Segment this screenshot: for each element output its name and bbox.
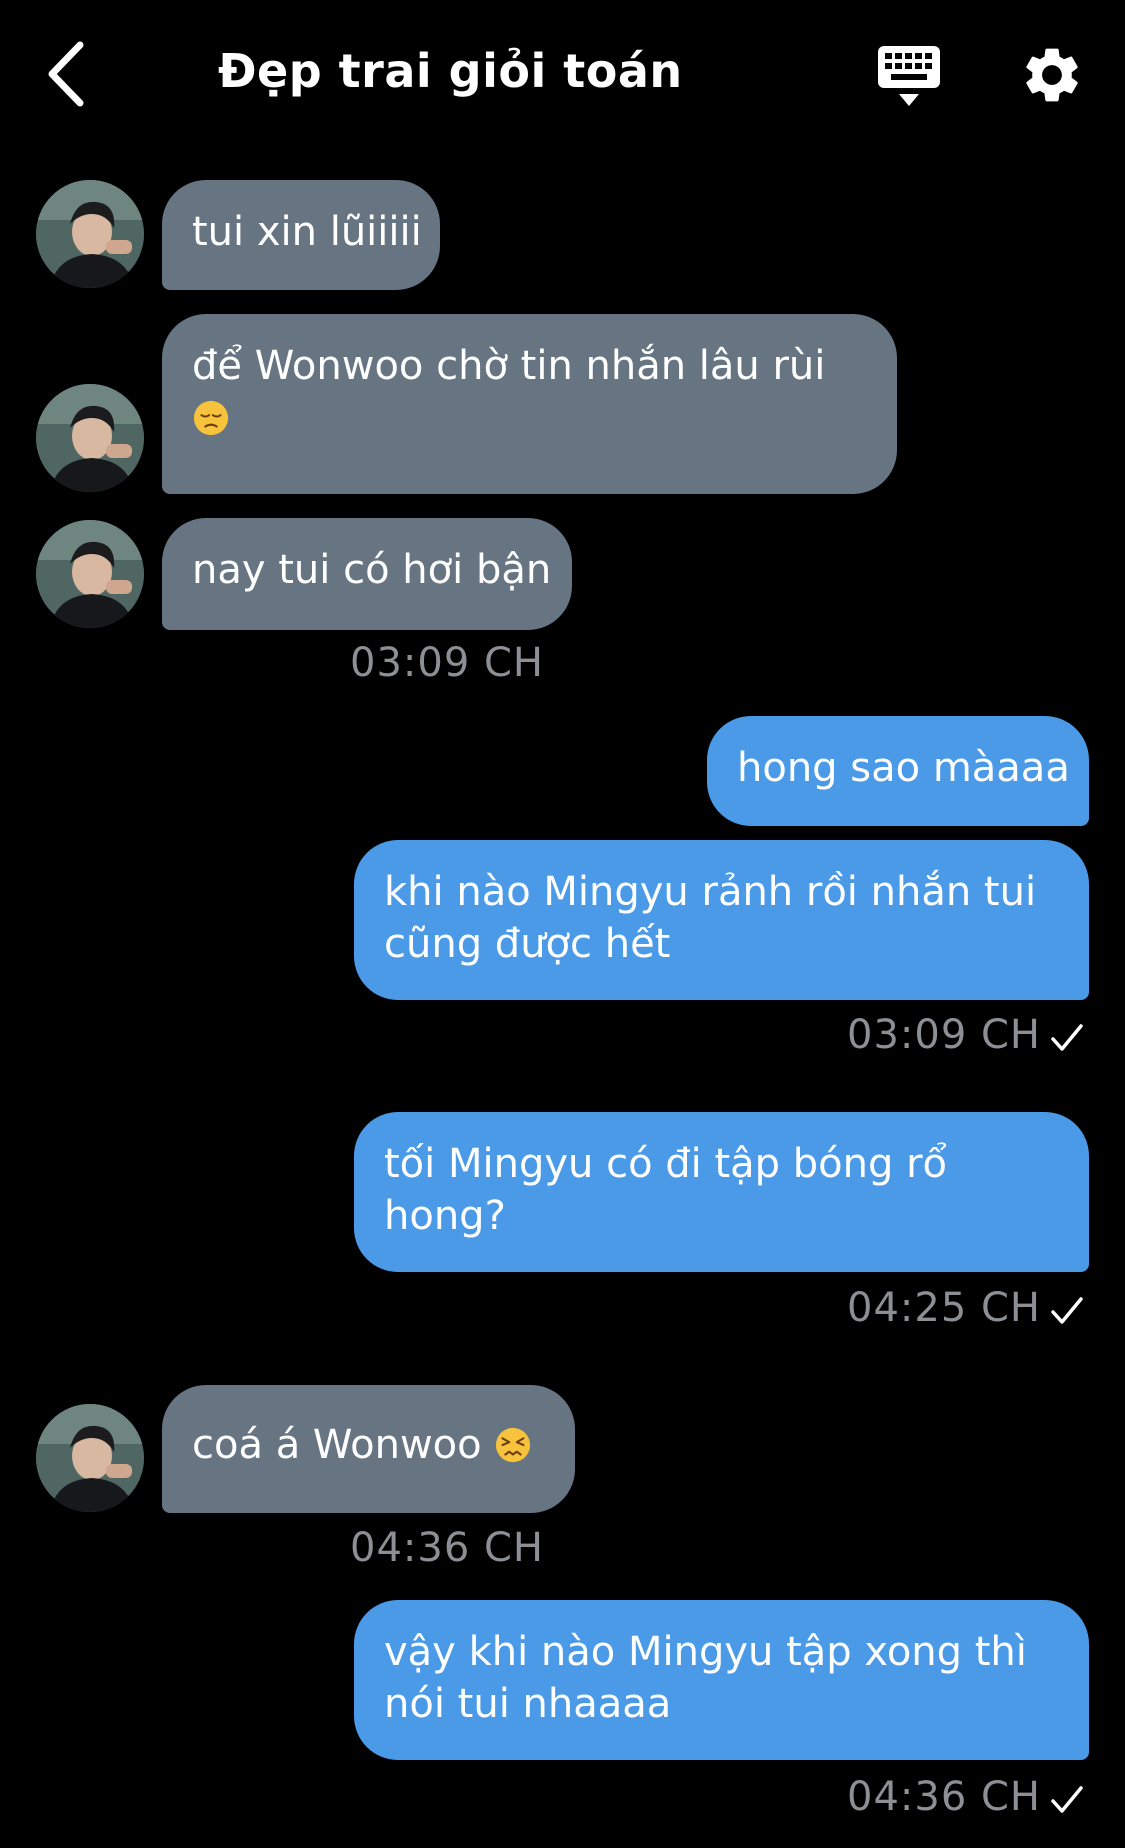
read-check-icon <box>1051 1786 1083 1813</box>
read-check-icon <box>1051 1024 1083 1051</box>
profile-photo-icon <box>36 520 144 628</box>
avatar[interactable] <box>36 1404 144 1512</box>
avatar[interactable] <box>36 384 144 492</box>
chevron-left-icon <box>48 41 84 107</box>
chat-header: Đẹp trai giỏi toán <box>0 0 1125 150</box>
message-timestamp: 04:25 CH <box>847 1285 1041 1331</box>
incoming-message-bubble[interactable]: nay tui có hơi bận <box>162 518 572 630</box>
message-text: nói tui nhaaaa <box>384 1681 672 1727</box>
outgoing-message-bubble[interactable]: hong sao màaaa <box>707 716 1089 826</box>
avatar[interactable] <box>36 180 144 288</box>
message-text: coá á Wonwoo <box>192 1422 482 1468</box>
settings-button[interactable] <box>1019 42 1085 108</box>
message-timestamp: 03:09 CH <box>350 640 544 686</box>
outgoing-message-bubble[interactable]: tối Mingyu có đi tập bóng rổ hong? <box>354 1112 1089 1272</box>
incoming-message-bubble[interactable]: để Wonwoo chờ tin nhắn lâu rùi <box>162 314 897 494</box>
message-text: hong sao màaaa <box>737 745 1070 791</box>
back-button[interactable] <box>36 36 96 112</box>
message-text: cũng được hết <box>384 921 671 967</box>
message-timestamp: 04:36 CH <box>847 1774 1041 1820</box>
pensive-face-emoji-icon <box>193 400 229 436</box>
message-text: tui xin lũiiiii <box>192 209 422 255</box>
message-text: để Wonwoo chờ tin nhắn lâu rùi <box>192 343 826 389</box>
persevering-face-emoji-icon <box>496 1427 531 1463</box>
message-text: tối Mingyu có đi tập bóng rổ <box>384 1141 948 1187</box>
message-text: hong? <box>384 1193 506 1239</box>
profile-photo-icon <box>36 1404 144 1512</box>
message-timestamp: 03:09 CH <box>847 1012 1041 1058</box>
incoming-message-bubble[interactable]: tui xin lũiiiii <box>162 180 440 290</box>
message-text: vậy khi nào Mingyu tập xong thì <box>384 1629 1027 1675</box>
profile-photo-icon <box>36 180 144 288</box>
message-text: khi nào Mingyu rảnh rồi nhắn tui <box>384 869 1037 915</box>
outgoing-message-bubble[interactable]: khi nào Mingyu rảnh rồi nhắn tui cũng đư… <box>354 840 1089 1000</box>
avatar[interactable] <box>36 520 144 628</box>
gear-icon <box>1026 48 1078 102</box>
keyboard-icon <box>878 46 940 106</box>
profile-photo-icon <box>36 384 144 492</box>
outgoing-message-bubble[interactable]: vậy khi nào Mingyu tập xong thì nói tui … <box>354 1600 1089 1760</box>
message-timestamp: 04:36 CH <box>350 1525 544 1571</box>
keyboard-button[interactable] <box>874 44 944 108</box>
read-check-icon <box>1051 1297 1083 1324</box>
incoming-message-bubble[interactable]: coá á Wonwoo <box>162 1385 575 1513</box>
message-text: nay tui có hơi bận <box>192 547 552 593</box>
chat-title: Đẹp trai giỏi toán <box>218 44 683 98</box>
